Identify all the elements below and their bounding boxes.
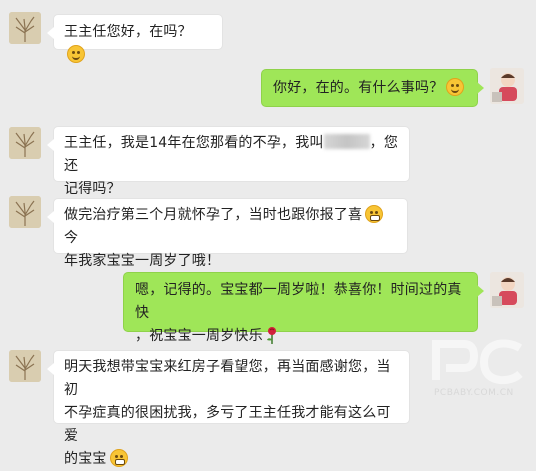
my-avatar[interactable] — [490, 68, 524, 104]
smile-emoji-icon — [446, 78, 465, 96]
message-bubble-outgoing[interactable]: 嗯，记得的。宝宝都一周岁啦！恭喜你！时间过的真快 ，祝宝宝一周岁快乐 — [123, 272, 484, 344]
contact-avatar[interactable] — [9, 127, 41, 159]
message-text: 年我家宝宝一周岁了哦！ — [64, 253, 221, 269]
message-bubble-incoming[interactable]: 做完治疗第三个月就怀孕了，当时也跟你报了喜 今 年我家宝宝一周岁了哦！ — [47, 198, 408, 269]
contact-avatar[interactable] — [9, 12, 41, 44]
message-bubble-incoming[interactable]: 明天我想带宝宝来红房子看望您，再当面感谢您，当初 不孕症真的很困扰我，多亏了王主… — [47, 350, 410, 467]
contact-avatar[interactable] — [9, 196, 41, 228]
grin-emoji-icon — [109, 449, 128, 467]
watermark-logo: PCBABY.COM.CN — [428, 334, 528, 402]
message-bubble-outgoing[interactable]: 你好，在的。有什么事吗？ — [261, 69, 484, 107]
rose-emoji-icon — [266, 327, 276, 344]
message-text: 不孕症真的很困扰我，多亏了王主任我才能有这么可爱 — [64, 405, 391, 444]
message-text: 做完治疗第三个月就怀孕了，当时也跟你报了喜 — [64, 207, 363, 223]
contact-avatar[interactable] — [9, 350, 41, 382]
smile-emoji-icon — [67, 45, 85, 63]
message-text: 今 — [64, 230, 79, 246]
message-text: 王主任您好，在吗？ — [64, 24, 192, 40]
message-text: ，祝宝宝一周岁快乐 — [135, 328, 263, 344]
message-text: 嗯，记得的。宝宝都一周岁啦！恭喜你！时间过的真快 — [135, 282, 462, 321]
redacted-name — [323, 134, 370, 149]
watermark-text: PCBABY.COM.CN — [434, 388, 514, 398]
my-avatar[interactable] — [490, 272, 524, 308]
message-bubble-incoming[interactable]: 王主任，我是14年在您那看的不孕，我叫 ，您还 记得吗？ — [47, 126, 410, 197]
message-bubble-incoming[interactable]: 王主任您好，在吗？ — [47, 14, 223, 63]
message-text: 明天我想带宝宝来红房子看望您，再当面感谢您，当初 — [64, 359, 391, 398]
message-text: 的宝宝 — [64, 451, 107, 467]
message-text: 王主任，我是14年在您那看的不孕，我叫 — [64, 135, 324, 151]
message-text: 你好，在的。有什么事吗？ — [273, 80, 444, 96]
grin-emoji-icon — [365, 205, 384, 223]
